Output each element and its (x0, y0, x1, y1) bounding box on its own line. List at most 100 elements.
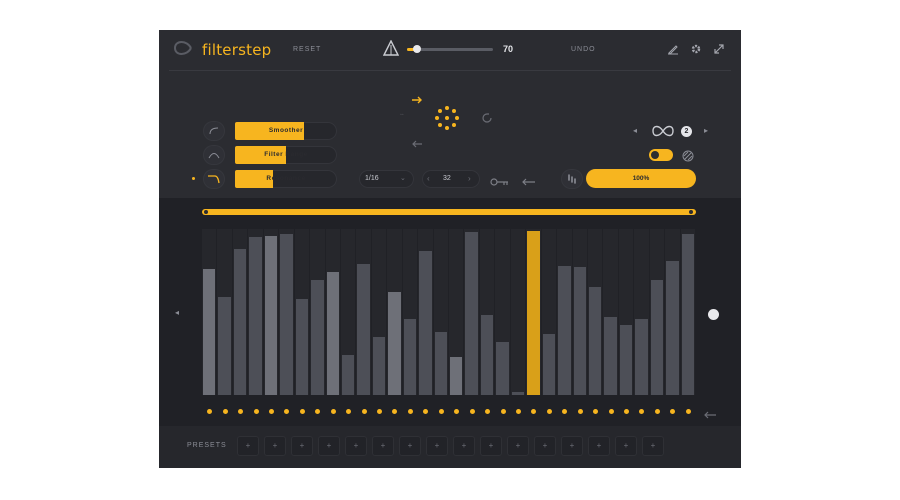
infinity-icon[interactable] (650, 124, 676, 138)
step-bar[interactable] (357, 264, 370, 395)
step-column[interactable] (634, 229, 649, 395)
step-dot[interactable] (685, 409, 691, 414)
step-dot[interactable] (639, 409, 645, 414)
step-bar[interactable] (295, 299, 309, 395)
step-column[interactable] (263, 229, 279, 395)
step-dot[interactable] (608, 409, 614, 414)
step-bar[interactable] (434, 332, 447, 395)
range-end-handle[interactable] (689, 210, 693, 214)
step-bars[interactable] (202, 229, 696, 395)
step-dot[interactable] (407, 409, 413, 414)
step-dot[interactable] (346, 409, 352, 414)
step-bar[interactable] (573, 267, 586, 395)
step-bar[interactable] (326, 272, 339, 395)
pencil-icon[interactable] (667, 42, 679, 55)
preset-slot[interactable]: + (588, 436, 610, 456)
step-bar[interactable] (280, 234, 293, 395)
step-bar[interactable] (480, 315, 494, 395)
step-column[interactable] (680, 229, 695, 395)
step-bar[interactable] (311, 280, 324, 395)
step-column[interactable] (557, 229, 572, 395)
hatch-icon[interactable] (682, 149, 694, 162)
step-column[interactable] (248, 229, 263, 395)
preset-slot[interactable]: + (507, 436, 529, 456)
step-bar[interactable] (635, 319, 648, 395)
preset-slot[interactable]: + (399, 436, 421, 456)
step-column[interactable] (618, 229, 634, 395)
preset-slot[interactable]: + (237, 436, 259, 456)
scroll-left-icon[interactable]: ◂ (175, 308, 179, 317)
step-dot[interactable] (469, 409, 475, 414)
step-dot[interactable] (593, 409, 599, 414)
step-dot[interactable] (485, 409, 491, 414)
preset-slot[interactable]: + (561, 436, 583, 456)
preset-slot[interactable]: + (615, 436, 637, 456)
reset-button[interactable]: RESET (293, 46, 321, 53)
step-dot[interactable] (253, 409, 259, 414)
step-dot[interactable] (531, 409, 537, 414)
step-dot[interactable] (222, 409, 228, 414)
step-bar[interactable] (372, 337, 386, 395)
resize-icon[interactable] (713, 42, 725, 54)
step-bar[interactable] (450, 357, 463, 395)
step-dot[interactable] (670, 409, 676, 414)
step-bar[interactable] (511, 392, 525, 395)
preset-slot[interactable]: + (372, 436, 394, 456)
step-dot[interactable] (577, 409, 583, 414)
preset-slot[interactable]: + (480, 436, 502, 456)
step-bar[interactable] (681, 234, 694, 395)
step-bar[interactable] (650, 280, 664, 395)
step-column[interactable] (232, 229, 248, 395)
step-column[interactable] (495, 229, 510, 395)
step-bar[interactable] (233, 249, 247, 395)
step-dot[interactable] (454, 409, 460, 414)
step-column[interactable] (356, 229, 371, 395)
step-column[interactable] (479, 229, 495, 395)
step-column[interactable] (418, 229, 433, 395)
step-bar[interactable] (558, 266, 571, 395)
step-dot[interactable] (500, 409, 506, 414)
step-bar[interactable] (218, 297, 231, 395)
step-dot[interactable] (330, 409, 336, 414)
step-bar[interactable] (588, 287, 602, 395)
step-bar[interactable] (388, 292, 401, 395)
step-column[interactable] (572, 229, 587, 395)
step-column[interactable] (310, 229, 325, 395)
step-column[interactable] (433, 229, 448, 395)
back-arrow-icon[interactable] (520, 174, 536, 186)
triangle-icon[interactable] (382, 39, 400, 56)
curve-lowpass-button[interactable] (204, 170, 224, 188)
arrow-left-icon[interactable] (411, 135, 423, 148)
step-column[interactable] (279, 229, 294, 395)
step-dot[interactable] (392, 409, 398, 414)
preset-slot[interactable]: + (642, 436, 664, 456)
step-bar[interactable] (619, 325, 633, 395)
step-column[interactable] (387, 229, 402, 395)
steps-increment-icon[interactable]: › (468, 174, 471, 183)
step-dot[interactable] (515, 409, 521, 414)
step-column[interactable] (340, 229, 356, 395)
dice-side-icon[interactable]: ◦◦ (400, 112, 404, 118)
steps-stepper[interactable] (422, 170, 480, 188)
preset-slot[interactable]: + (318, 436, 340, 456)
step-column[interactable] (526, 229, 541, 395)
preset-slot[interactable]: + (345, 436, 367, 456)
undo-button[interactable]: UNDO (571, 46, 596, 53)
loop-prev-icon[interactable]: ◂ (633, 126, 637, 135)
step-bar[interactable] (542, 334, 556, 395)
step-column[interactable] (603, 229, 618, 395)
key-icon[interactable] (490, 174, 510, 186)
step-column[interactable] (464, 229, 479, 395)
preset-slot[interactable]: + (264, 436, 286, 456)
step-dot[interactable] (546, 409, 552, 414)
step-dot[interactable] (562, 409, 568, 414)
step-column[interactable] (217, 229, 232, 395)
step-column[interactable] (294, 229, 310, 395)
step-bar[interactable] (403, 319, 417, 395)
step-dot[interactable] (361, 409, 367, 414)
step-dot[interactable] (438, 409, 444, 414)
step-column[interactable] (325, 229, 340, 395)
step-back-icon[interactable] (703, 407, 717, 419)
step-bar[interactable] (496, 342, 509, 395)
step-bar[interactable] (341, 355, 355, 395)
